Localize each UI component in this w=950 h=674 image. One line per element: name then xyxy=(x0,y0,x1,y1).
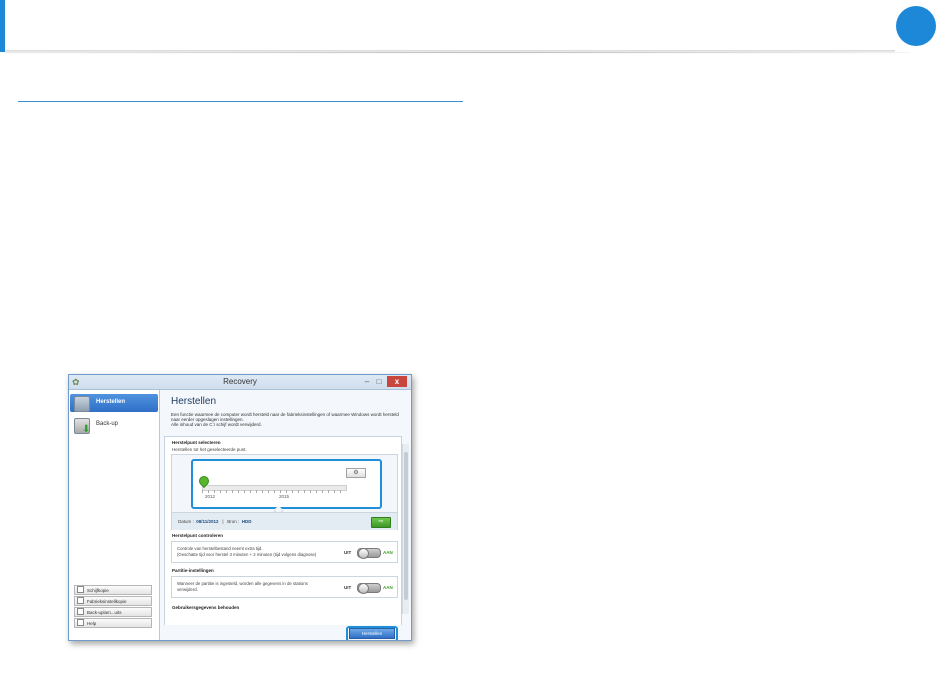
main-content: Herstellen Een functie waarmee de comput… xyxy=(160,390,411,640)
off-label: UIT xyxy=(344,585,352,590)
timeline-box: ⚙ 2012 2015 Datum : 08/11/2012 | Bron : … xyxy=(171,454,398,530)
timeline-year-start: 2012 xyxy=(205,494,216,499)
window-titlebar: ✿ Recovery – □ x xyxy=(69,375,411,390)
date-label: Datum : xyxy=(178,519,194,524)
document-icon xyxy=(77,608,84,615)
restore-point-title: Herstelpunt selecteren xyxy=(172,440,221,445)
bottom-bar: Herstellen xyxy=(160,625,411,640)
timeline-year-end: 2015 xyxy=(279,494,290,499)
restore-button[interactable]: Herstellen xyxy=(349,628,395,639)
toggle-knob xyxy=(358,548,369,559)
check-title: Herstelpunt controleren xyxy=(172,533,224,538)
restore-icon xyxy=(74,396,90,412)
intro-line: Alle inhoud van de C:\ schijf wordt verw… xyxy=(171,422,262,427)
check-toggle[interactable] xyxy=(357,548,381,559)
document-icon xyxy=(77,586,84,593)
page-title: Herstellen xyxy=(171,396,217,407)
restore-point-info-bar: Datum : 08/11/2012 | Bron : HDD ⇨ xyxy=(172,512,397,530)
button-label: Fabrieksinstellkopie xyxy=(87,599,127,604)
sidebar-item-label: Back-up xyxy=(96,421,119,427)
sidebar-item-backup[interactable]: ⬇ Back-up xyxy=(70,416,158,435)
intro-text: Een functie waarmee de computer wordt he… xyxy=(171,412,401,427)
header-divider xyxy=(5,52,910,53)
help-icon xyxy=(77,619,84,626)
backup-location-button[interactable]: Back-uplam...uits xyxy=(74,607,152,617)
chapter-marker xyxy=(896,6,936,46)
timeline-ticks xyxy=(202,490,345,493)
disk-image-button[interactable]: Schijfkopie xyxy=(74,585,152,595)
partition-description: Wanneer de partitie is ingesteld, worden… xyxy=(177,581,317,592)
partition-toggle[interactable] xyxy=(357,583,381,594)
window-title: Recovery xyxy=(223,377,257,386)
panel-scrollbar[interactable] xyxy=(402,444,409,614)
check-description: Controle van herstelbestand neemt extra … xyxy=(177,546,317,557)
view-toggle-button[interactable]: ⚙ xyxy=(346,468,366,478)
on-label: AAN xyxy=(383,550,393,555)
info-separator: | xyxy=(222,519,224,524)
document-icon xyxy=(77,597,84,604)
description-line: Wanneer de partitie is ingesteld, worden… xyxy=(177,581,308,586)
on-label: AAN xyxy=(383,585,393,590)
download-arrow-icon: ⬇ xyxy=(82,424,91,435)
description-line: (Geschatte tijd voor herstel 3 minuten +… xyxy=(177,551,317,557)
button-label: Help xyxy=(87,621,97,626)
source-value: HDD xyxy=(241,519,252,524)
check-option-box: Controle van herstelbestand neemt extra … xyxy=(171,541,398,563)
userdata-title: Gebruikersgegevens behouden xyxy=(172,605,240,610)
toggle-knob xyxy=(358,583,369,594)
date-value: 08/11/2012 xyxy=(196,519,219,524)
button-label: Back-uplam...uits xyxy=(87,610,122,615)
description-line: verwijderd. xyxy=(177,586,198,592)
section-rule xyxy=(18,101,463,102)
maximize-button[interactable]: □ xyxy=(373,376,385,387)
factory-image-button[interactable]: Fabrieksinstellkopie xyxy=(74,596,152,606)
button-label: Schijfkopie xyxy=(87,588,109,593)
sidebar-item-label: Herstellen xyxy=(96,399,126,405)
options-panel: Herstelpunt selecteren Herstellen tot he… xyxy=(164,436,402,626)
sidebar: Herstellen ⬇ Back-up Schijfkopie Fabriek… xyxy=(69,390,160,640)
help-button[interactable]: Help xyxy=(74,618,152,628)
page-accent-bar xyxy=(0,0,5,52)
partition-option-box: Wanneer de partitie is ingesteld, worden… xyxy=(171,576,398,598)
timeline-highlight: ⚙ xyxy=(191,459,382,509)
restore-point-info: Datum : 08/11/2012 | Bron : HDD xyxy=(178,519,252,524)
close-button[interactable]: x xyxy=(387,376,407,387)
source-label: Bron : xyxy=(227,519,240,524)
partition-title: Partitie-instellingen xyxy=(172,568,214,573)
off-label: UIT xyxy=(344,550,352,555)
recovery-window-screenshot: ✿ Recovery – □ x Herstellen ⬇ Back-up Sc… xyxy=(68,374,412,641)
minimize-button[interactable]: – xyxy=(361,376,373,387)
restore-point-subtitle: Herstellen tot het geselecteerde punt. xyxy=(172,447,247,452)
scroll-thumb[interactable] xyxy=(404,452,408,600)
go-button[interactable]: ⇨ xyxy=(371,517,391,528)
sidebar-item-herstellen[interactable]: Herstellen xyxy=(70,394,158,412)
